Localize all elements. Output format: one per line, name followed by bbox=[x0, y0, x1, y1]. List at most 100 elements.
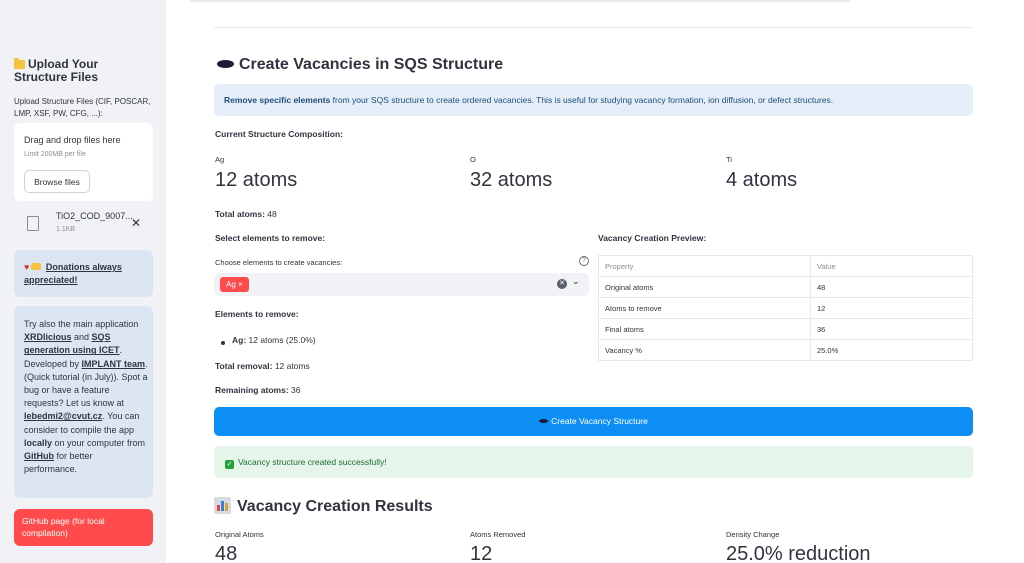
info-bold: Remove specific elements bbox=[224, 95, 331, 105]
file-icon bbox=[27, 216, 39, 231]
metric-label-ti: Ti bbox=[726, 155, 732, 164]
chip-remove-icon[interactable]: × bbox=[238, 280, 243, 289]
table-header-row: Property Value bbox=[598, 255, 973, 277]
create-vacancy-button[interactable]: Create Vacancy Structure bbox=[214, 407, 973, 436]
result-value-density: 25.0% reduction bbox=[726, 543, 871, 563]
file-dropzone[interactable]: Drag and drop files here Limit 200MB per… bbox=[14, 123, 153, 201]
success-text: Vacancy structure created successfully! bbox=[238, 457, 387, 467]
sidebar: Upload Your Structure Files Upload Struc… bbox=[0, 0, 166, 563]
removal-item-element: Ag: bbox=[232, 335, 247, 345]
result-label-removed: Atoms Removed bbox=[470, 530, 526, 539]
selected-chip-ag[interactable]: Ag × bbox=[220, 277, 249, 292]
donate-text: ♥ Donations always appreciated! bbox=[24, 261, 146, 287]
folder-icon bbox=[14, 58, 25, 69]
divider bbox=[214, 27, 972, 28]
remaining-value: 36 bbox=[288, 385, 301, 395]
upload-label: Upload Structure Files (CIF, POSCAR, LMP… bbox=[14, 97, 151, 118]
result-value-removed: 12 bbox=[470, 543, 493, 563]
page-title-text: Create Vacancies in SQS Structure bbox=[239, 56, 504, 73]
xrdlicious-link[interactable]: XRDlicious bbox=[24, 332, 72, 342]
metric-value-o: 32 atoms bbox=[470, 169, 553, 191]
metric-label-ag: Ag bbox=[215, 155, 225, 164]
metric-value-ag: 12 atoms bbox=[215, 169, 298, 191]
preview-title: Vacancy Creation Preview: bbox=[598, 233, 707, 243]
github-page-button[interactable]: GitHub page (for local compilation) bbox=[14, 509, 153, 546]
donate-box: ♥ Donations always appreciated! bbox=[14, 250, 153, 297]
table-cell: Atoms to remove bbox=[598, 297, 811, 319]
metric-value-ti: 4 atoms bbox=[726, 169, 798, 191]
chevron-down-icon[interactable]: ⌄ bbox=[572, 276, 580, 287]
success-message: ✓ Vacancy structure created successfully! bbox=[214, 446, 973, 478]
total-removal-label: Total removal: bbox=[215, 361, 273, 371]
table-cell: 36 bbox=[810, 318, 973, 340]
total-atoms-label: Total atoms: bbox=[215, 209, 265, 219]
file-size: 1.1KB bbox=[56, 226, 76, 233]
about-text-2: and bbox=[71, 332, 92, 343]
table-row: Final atoms 36 bbox=[598, 318, 973, 340]
hole-icon bbox=[539, 419, 549, 423]
upload-title-text: Upload Your Structure Files bbox=[14, 57, 99, 84]
info-text: from your SQS structure to create ordere… bbox=[330, 95, 834, 105]
heart-icon: ♥ bbox=[24, 262, 30, 272]
uploaded-file: TiO2_COD_9007... 1.1KB ✕ bbox=[14, 208, 153, 240]
remaining-atoms: Remaining atoms: 36 bbox=[215, 385, 301, 395]
metric-label-o: O bbox=[470, 155, 476, 164]
about-text-1: Try also the main application bbox=[24, 319, 139, 329]
total-removal-value: 12 atoms bbox=[272, 361, 310, 371]
removal-item-count: 12 atoms (25.0%) bbox=[246, 335, 316, 345]
implant-team-link[interactable]: IMPLANT team bbox=[82, 359, 146, 369]
table-header-property: Property bbox=[598, 255, 811, 277]
total-atoms: Total atoms: 48 bbox=[215, 209, 277, 219]
select-label: Choose elements to create vacancies: bbox=[215, 258, 343, 267]
bar-chart-icon bbox=[214, 497, 231, 514]
table-cell: Vacancy % bbox=[598, 339, 811, 361]
table-cell: 25.0% bbox=[810, 339, 973, 361]
app: Upload Your Structure Files Upload Struc… bbox=[0, 0, 1024, 563]
help-icon[interactable]: ? bbox=[579, 256, 589, 266]
dropzone-limit: Limit 200MB per file bbox=[24, 151, 86, 158]
clear-selection-icon[interactable]: ✕ bbox=[557, 279, 567, 289]
result-label-original: Original Atoms bbox=[215, 530, 264, 539]
locally-text: locally bbox=[24, 437, 53, 448]
elements-to-remove-title: Elements to remove: bbox=[215, 309, 299, 319]
composition-title: Current Structure Composition: bbox=[215, 129, 343, 139]
email-link[interactable]: lebedmi2@cvut.cz bbox=[24, 411, 102, 421]
bullet-icon bbox=[221, 341, 225, 345]
total-removal: Total removal: 12 atoms bbox=[215, 361, 310, 371]
create-vacancy-button-label: Create Vacancy Structure bbox=[551, 416, 648, 426]
table-cell: Original atoms bbox=[598, 276, 811, 298]
github-link[interactable]: GitHub bbox=[24, 451, 54, 461]
select-title: Select elements to remove: bbox=[215, 233, 326, 243]
preview-table: Property Value Original atoms 48 Atoms to… bbox=[598, 255, 973, 361]
remaining-label: Remaining atoms: bbox=[215, 385, 289, 395]
results-title: Vacancy Creation Results bbox=[214, 497, 433, 516]
check-icon: ✓ bbox=[225, 460, 234, 469]
result-value-original: 48 bbox=[215, 543, 238, 563]
result-label-density: Density Change bbox=[726, 530, 780, 539]
about-box: Try also the main application XRDlicious… bbox=[14, 306, 153, 498]
table-cell: Final atoms bbox=[598, 318, 811, 340]
table-row: Vacancy % 25.0% bbox=[598, 339, 973, 361]
total-atoms-value: 48 bbox=[264, 209, 277, 219]
browse-files-button[interactable]: Browse files bbox=[24, 170, 90, 193]
hole-icon bbox=[217, 60, 234, 68]
elements-multiselect[interactable]: Ag × ✕ ⌄ bbox=[214, 273, 589, 296]
info-banner: Remove specific elements from your SQS s… bbox=[214, 84, 973, 116]
table-cell: 12 bbox=[810, 297, 973, 319]
remove-file-icon[interactable]: ✕ bbox=[131, 216, 141, 230]
file-name: TiO2_COD_9007... bbox=[56, 211, 133, 221]
page-title: Create Vacancies in SQS Structure bbox=[217, 56, 503, 74]
money-icon bbox=[31, 263, 42, 270]
dropzone-title: Drag and drop files here bbox=[24, 135, 121, 145]
chip-label: Ag bbox=[226, 280, 236, 289]
table-header-value: Value bbox=[810, 255, 973, 277]
removal-item: Ag: 12 atoms (25.0%) bbox=[232, 335, 316, 345]
table-row: Original atoms 48 bbox=[598, 276, 973, 298]
results-title-text: Vacancy Creation Results bbox=[237, 498, 433, 515]
about-text: Try also the main application XRDlicious… bbox=[24, 318, 148, 476]
table-row: Atoms to remove 12 bbox=[598, 297, 973, 319]
top-header-strip bbox=[190, 0, 850, 2]
about-text-6: on your computer from bbox=[52, 437, 146, 448]
upload-title: Upload Your Structure Files bbox=[14, 58, 154, 84]
table-cell: 48 bbox=[810, 276, 973, 298]
